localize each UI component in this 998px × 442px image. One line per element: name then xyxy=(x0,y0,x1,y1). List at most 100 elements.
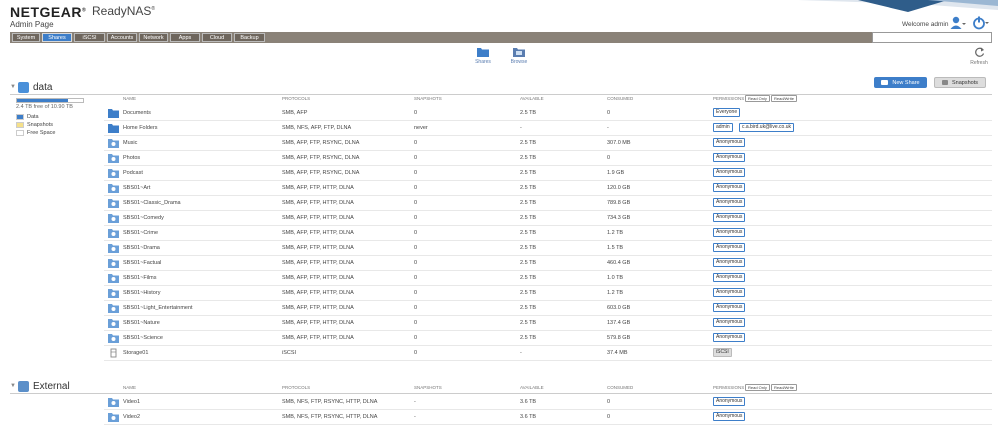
table-row[interactable]: Music SMB, AFP, FTP, RSYNC, DLNA 0 2.5 TB 30… xyxy=(104,136,992,151)
table-row[interactable]: SBS01~History SMB, AFP, FTP, HTTP, DLNA 0 2… xyxy=(104,286,992,301)
share-available: - xyxy=(520,125,522,131)
subnav-browse[interactable]: Browse xyxy=(504,47,534,65)
tab-accounts[interactable]: Accounts xyxy=(107,33,137,42)
permission-badge[interactable]: Anonymous xyxy=(713,168,746,177)
table-row[interactable]: SBS01~Comedy SMB, AFP, FTP, HTTP, DLNA 0 2.… xyxy=(104,211,992,226)
permission-badge[interactable]: iSCSI xyxy=(713,348,732,357)
col-available: AVAILABLE xyxy=(520,96,544,101)
share-protocols: SMB, AFP, FTP, RSYNC, DLNA xyxy=(282,155,360,161)
share-protocols: SMB, NFS, FTP, RSYNC, HTTP, DLNA xyxy=(282,414,378,420)
subnav-shares-label: Shares xyxy=(475,59,491,65)
share-available: 2.5 TB xyxy=(520,140,537,146)
snapshots-button[interactable]: Snapshots xyxy=(934,77,986,88)
share-icon xyxy=(108,154,119,163)
subnav-shares[interactable]: Shares xyxy=(468,47,498,65)
share-consumed: 603.0 GB xyxy=(607,305,631,311)
new-share-button[interactable]: New Share xyxy=(874,77,927,88)
share-name: Photos xyxy=(123,155,141,161)
permission-badge[interactable]: Anonymous xyxy=(713,318,746,327)
permission-badge[interactable]: Anonymous xyxy=(713,333,746,342)
read-write-toggle[interactable]: Read/Write xyxy=(771,384,797,391)
read-only-toggle[interactable]: Read Only xyxy=(745,95,770,102)
permission-badge[interactable]: Anonymous xyxy=(713,153,746,162)
col-consumed: CONSUMED xyxy=(607,96,634,101)
share-available: 2.5 TB xyxy=(520,200,537,206)
volume-name: data xyxy=(33,81,53,93)
refresh-button[interactable]: Refresh xyxy=(964,47,994,66)
share-snapshots: 0 xyxy=(414,275,418,281)
tab-network[interactable]: Network xyxy=(139,33,168,42)
permission-badge[interactable]: Anonymous xyxy=(713,258,746,267)
usb-drive-icon xyxy=(18,380,29,392)
tab-cloud[interactable]: Cloud xyxy=(202,33,232,42)
table-row[interactable]: Home Folders SMB, NFS, AFP, FTP, DLNA neve… xyxy=(104,121,992,136)
share-snapshots: 0 xyxy=(414,260,418,266)
share-icon xyxy=(108,274,119,283)
permission-badge[interactable]: Anonymous xyxy=(713,273,746,282)
table-row[interactable]: Video2 SMB, NFS, FTP, RSYNC, HTTP, DLNA - 3… xyxy=(104,410,992,425)
tab-apps[interactable]: Apps xyxy=(170,33,200,42)
table-row[interactable]: Photos SMB, AFP, FTP, RSYNC, DLNA 0 2.5 TB 0… xyxy=(104,151,992,166)
collapse-caret-icon[interactable]: ▼ xyxy=(10,383,16,389)
permission-badge[interactable]: c.a.bird.uk@live.co.uk xyxy=(739,123,794,132)
permission-badge[interactable]: Everyone xyxy=(713,108,741,117)
tab-backup[interactable]: Backup xyxy=(234,33,265,42)
table-row[interactable]: SBS01~Nature SMB, AFP, FTP, HTTP, DLNA 0 2.… xyxy=(104,316,992,331)
legend-snapshots: Snapshots xyxy=(16,122,53,128)
share-snapshots: 0 xyxy=(414,245,418,251)
browse-icon xyxy=(513,48,525,57)
share-snapshots: 0 xyxy=(414,185,418,191)
table-row[interactable]: SBS01~Factual SMB, AFP, FTP, HTTP, DLNA 0 2… xyxy=(104,256,992,271)
share-name: SBS01~Comedy xyxy=(123,215,164,221)
share-icon xyxy=(108,229,119,238)
table-row[interactable]: SBS01~Drama SMB, AFP, FTP, HTTP, DLNA 0 2.5… xyxy=(104,241,992,256)
table-row[interactable]: Video1 SMB, NFS, FTP, RSYNC, HTTP, DLNA - 3… xyxy=(104,395,992,410)
user-menu-icon[interactable] xyxy=(950,16,966,30)
permission-badge[interactable]: Anonymous xyxy=(713,288,746,297)
volume-header-data[interactable]: ▼ data xyxy=(10,80,52,94)
table-row[interactable]: Podcast SMB, AFP, FTP, RSYNC, DLNA 0 2.5 TB… xyxy=(104,166,992,181)
share-protocols: SMB, AFP, FTP, HTTP, DLNA xyxy=(282,320,354,326)
table-row[interactable]: Documents SMB, AFP 0 2.5 TB 0 Everyone xyxy=(104,106,992,121)
share-name: SBS01~Crime xyxy=(123,230,159,236)
permission-badge[interactable]: Anonymous xyxy=(713,228,746,237)
share-available: 2.5 TB xyxy=(520,230,537,236)
permission-badge[interactable]: Anonymous xyxy=(713,397,746,406)
table-row[interactable]: Storage01 iSCSI 0 - 37.4 MB iSCSI xyxy=(104,346,992,361)
power-icon[interactable] xyxy=(972,16,990,30)
share-name: SBS01~History xyxy=(123,290,161,296)
permission-badge[interactable]: Anonymous xyxy=(713,412,746,421)
tab-system[interactable]: System xyxy=(12,33,40,42)
permission-badge[interactable]: Anonymous xyxy=(713,138,746,147)
share-consumed: 1.2 TB xyxy=(607,230,624,236)
share-protocols: SMB, AFP, FTP, HTTP, DLNA xyxy=(282,215,354,221)
read-write-toggle[interactable]: Read/Write xyxy=(771,95,797,102)
share-protocols: SMB, NFS, FTP, RSYNC, HTTP, DLNA xyxy=(282,399,378,405)
tab-iscsi[interactable]: iSCSI xyxy=(74,33,105,42)
table-row[interactable]: SBS01~Science SMB, AFP, FTP, HTTP, DLNA 0 2… xyxy=(104,331,992,346)
legend-swatch xyxy=(16,114,24,120)
tab-shares[interactable]: Shares xyxy=(42,33,72,42)
share-protocols: SMB, AFP, FTP, HTTP, DLNA xyxy=(282,275,354,281)
col-permissions: PERMISSIONS xyxy=(713,96,745,101)
volume-header-external[interactable]: ▼ External xyxy=(10,379,70,393)
permission-badge[interactable]: Anonymous xyxy=(713,243,746,252)
share-consumed: 1.5 TB xyxy=(607,245,624,251)
table-row[interactable]: SBS01~Classic_Drama SMB, AFP, FTP, HTTP, … xyxy=(104,196,992,211)
permission-badge[interactable]: Anonymous xyxy=(713,198,746,207)
permission-badge[interactable]: Anonymous xyxy=(713,303,746,312)
read-only-toggle[interactable]: Read Only xyxy=(745,384,770,391)
permission-badge[interactable]: Anonymous xyxy=(713,183,746,192)
table-row[interactable]: SBS01~Light_Entertainment SMB, AFP, FTP, … xyxy=(104,301,992,316)
table-row[interactable]: SBS01~Art SMB, AFP, FTP, HTTP, DLNA 0 2.5 T… xyxy=(104,181,992,196)
permission-badge[interactable]: admin xyxy=(713,123,733,132)
permission-badge[interactable]: Anonymous xyxy=(713,213,746,222)
collapse-caret-icon[interactable]: ▼ xyxy=(10,84,16,90)
table-row[interactable]: SBS01~Crime SMB, AFP, FTP, HTTP, DLNA 0 2.5… xyxy=(104,226,992,241)
share-available: 2.5 TB xyxy=(520,215,537,221)
share-snapshots: 0 xyxy=(414,140,418,146)
share-snapshots: 0 xyxy=(414,320,418,326)
search-input[interactable] xyxy=(872,32,992,43)
share-available: 2.5 TB xyxy=(520,245,537,251)
table-row[interactable]: SBS01~Films SMB, AFP, FTP, HTTP, DLNA 0 2.5… xyxy=(104,271,992,286)
